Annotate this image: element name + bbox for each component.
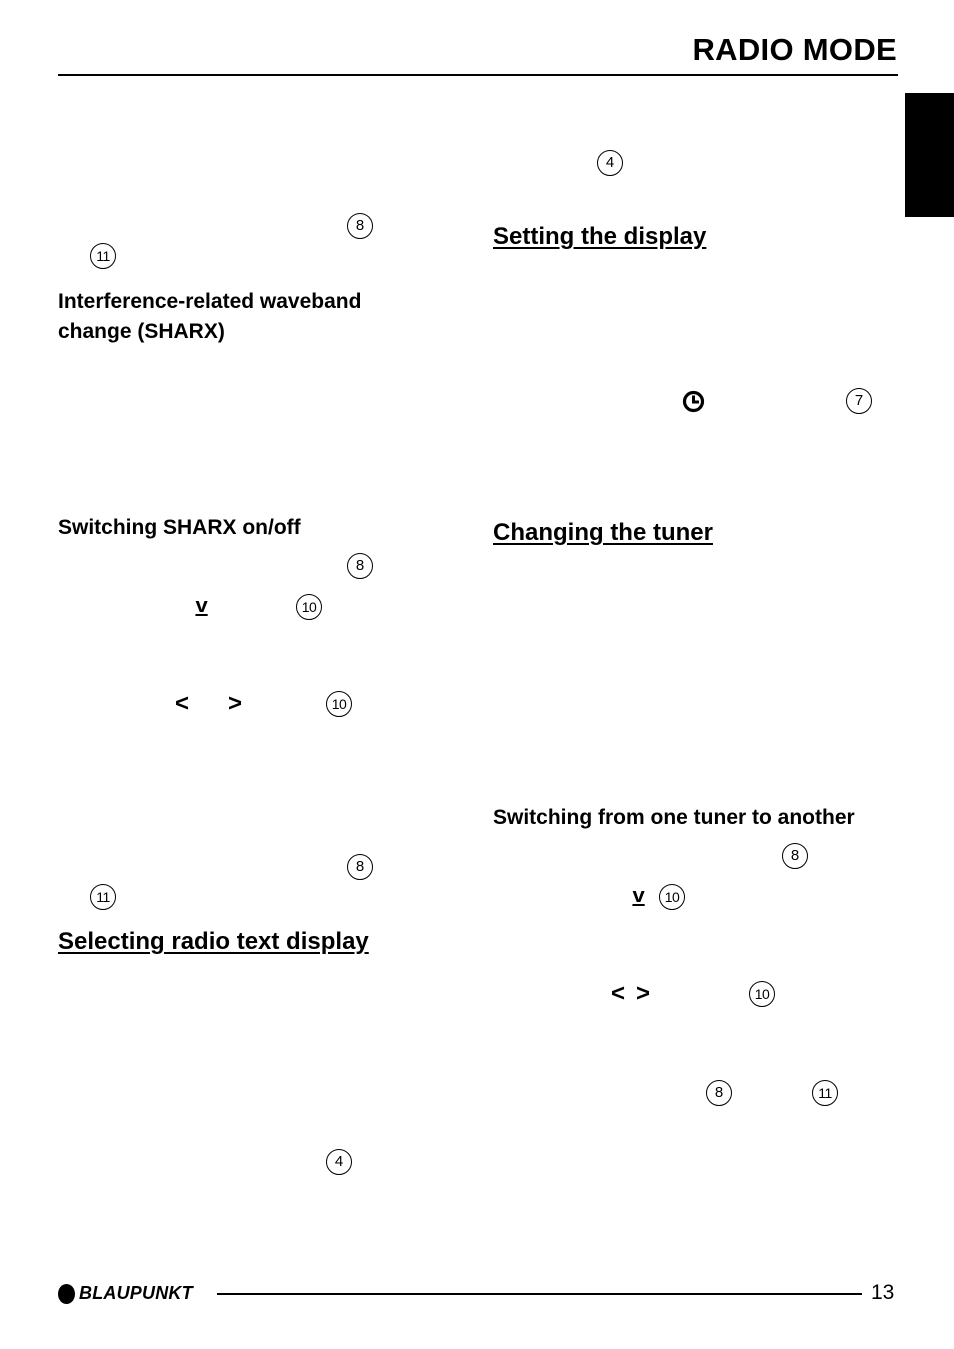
reference-11: 11 xyxy=(90,243,116,269)
reference-8: 8 xyxy=(347,213,373,239)
footer-rule xyxy=(217,1293,862,1295)
clock-icon xyxy=(682,390,705,413)
reference-10: 10 xyxy=(659,884,685,910)
reference-8: 8 xyxy=(347,854,373,880)
reference-8: 8 xyxy=(782,843,808,869)
brand-name: BLAUPUNKT xyxy=(79,1283,193,1303)
heading-sharx-line1: Interference-related waveband xyxy=(58,290,362,313)
subheading-switching-tuner: Switching from one tuner to another xyxy=(493,806,855,829)
reference-10: 10 xyxy=(296,594,322,620)
brand-logo: BLAUPUNKT xyxy=(58,1283,193,1304)
heading-sharx: Interference-related waveband change (SH… xyxy=(58,287,361,347)
heading-changing-tuner: Changing the tuner xyxy=(493,519,713,546)
right-key-icon: > xyxy=(228,690,243,717)
language-tab-marker xyxy=(905,93,954,217)
left-key-icon: < xyxy=(175,690,190,717)
reference-11: 11 xyxy=(812,1080,838,1106)
right-key-icon: > xyxy=(636,980,651,1007)
reference-7: 7 xyxy=(846,388,872,414)
header-rule xyxy=(58,74,898,76)
left-key-icon: < xyxy=(611,980,626,1007)
reference-10: 10 xyxy=(749,981,775,1007)
heading-radio-text: Selecting radio text display xyxy=(58,928,369,955)
page-number: 13 xyxy=(871,1281,895,1304)
down-key-icon: v xyxy=(195,595,208,617)
reference-8: 8 xyxy=(347,553,373,579)
reference-8: 8 xyxy=(706,1080,732,1106)
down-key-icon: v xyxy=(632,885,645,907)
subheading-switching-sharx: Switching SHARX on/off xyxy=(58,516,301,539)
heading-sharx-line2: change (SHARX) xyxy=(58,320,225,343)
reference-4: 4 xyxy=(326,1149,352,1175)
reference-11: 11 xyxy=(90,884,116,910)
reference-4: 4 xyxy=(597,150,623,176)
logo-dot-icon xyxy=(58,1283,75,1304)
page-title: RADIO MODE xyxy=(692,32,897,67)
heading-setting-display: Setting the display xyxy=(493,223,707,250)
reference-10: 10 xyxy=(326,691,352,717)
